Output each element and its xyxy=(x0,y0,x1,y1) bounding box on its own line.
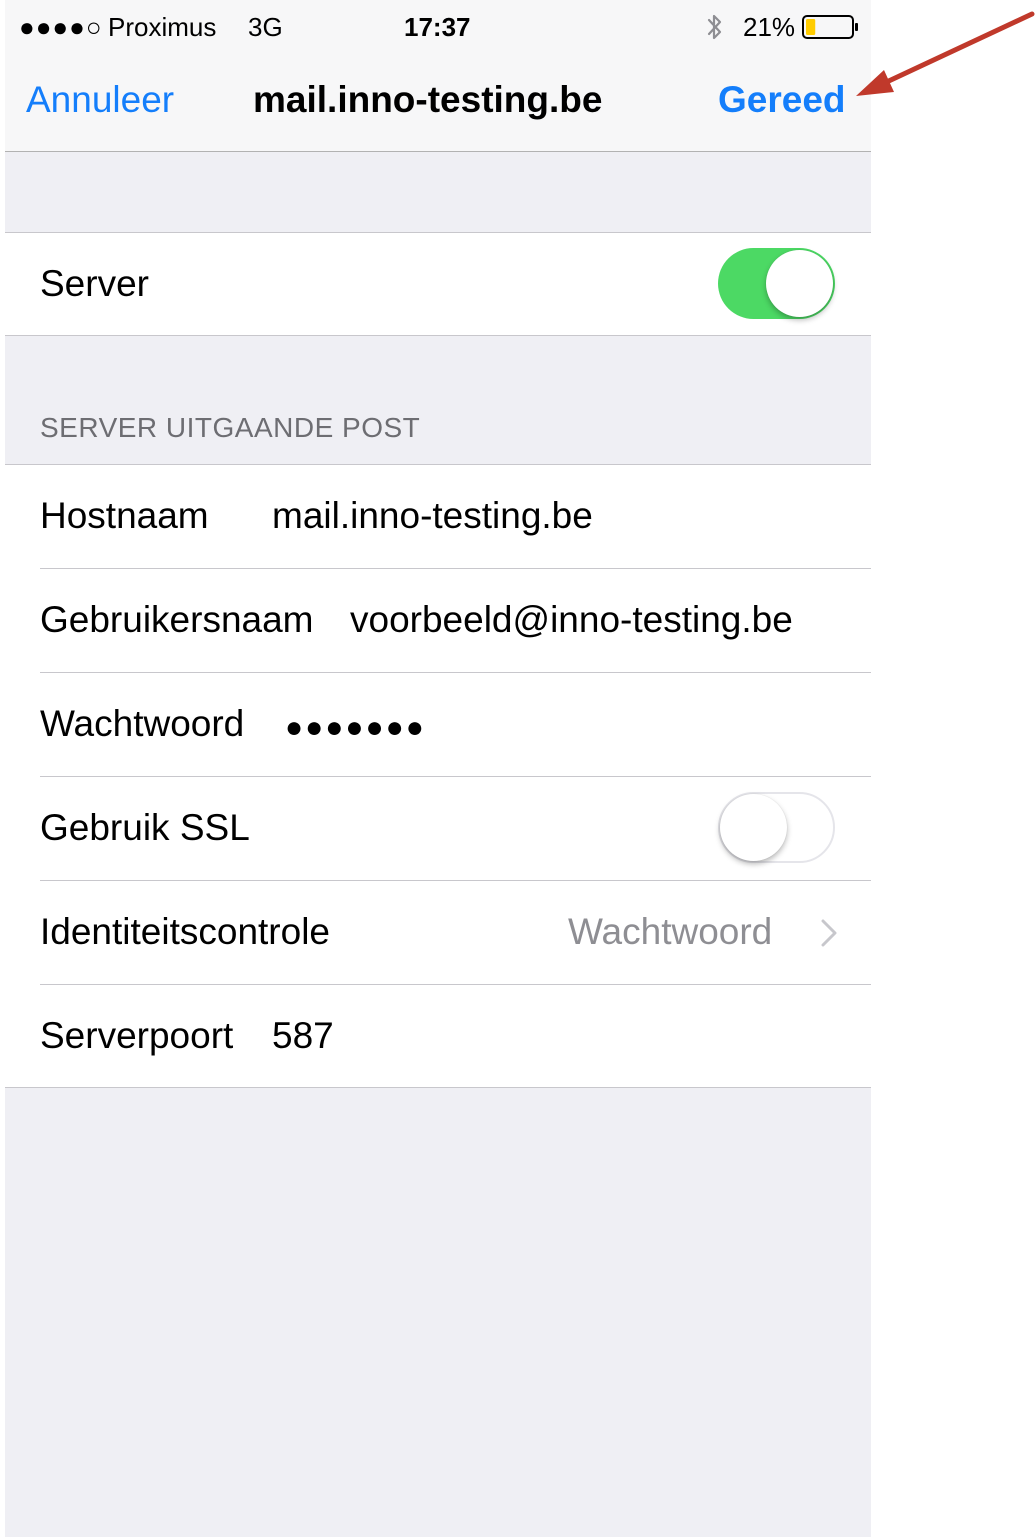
hostname-label: Hostnaam xyxy=(40,495,209,536)
server-toggle[interactable] xyxy=(718,248,835,319)
section-header: SERVER UITGAANDE POST xyxy=(40,412,421,443)
network-type: 3G xyxy=(248,12,283,42)
carrier-name: Proximus xyxy=(108,12,217,42)
page-title: mail.inno-testing.be xyxy=(253,79,603,120)
server-group: Server xyxy=(5,232,871,336)
chevron-right-icon xyxy=(821,919,837,947)
toggle-knob xyxy=(766,250,833,317)
bluetooth-icon xyxy=(705,12,725,47)
username-field[interactable]: voorbeeld@inno-testing.be xyxy=(350,597,793,643)
server-label: Server xyxy=(40,263,149,304)
outgoing-server-group: Hostnaam mail.inno-testing.be Gebruikers… xyxy=(5,464,871,1088)
ssl-label: Gebruik SSL xyxy=(40,807,250,848)
ssl-row: Gebruik SSL xyxy=(5,777,871,881)
authentication-value: Wachtwoord xyxy=(568,911,773,952)
done-button[interactable]: Gereed xyxy=(718,78,846,122)
battery-percent: 21% xyxy=(743,12,796,42)
navigation-bar: Annuleer mail.inno-testing.be Gereed xyxy=(5,56,871,152)
hostname-field[interactable]: mail.inno-testing.be xyxy=(272,493,593,539)
port-row[interactable]: Serverpoort 587 xyxy=(5,985,871,1089)
authentication-row[interactable]: Identiteitscontrole Wachtwoord xyxy=(5,881,871,985)
cancel-button[interactable]: Annuleer xyxy=(26,78,174,122)
phone-screen: ●●●●○ Proximus 3G 17:37 21% Annuleer mai… xyxy=(5,0,871,1537)
username-row[interactable]: Gebruikersnaam voorbeeld@inno-testing.be xyxy=(5,569,871,673)
status-time: 17:37 xyxy=(404,12,471,42)
ssl-toggle[interactable] xyxy=(718,792,835,863)
password-label: Wachtwoord xyxy=(40,703,245,744)
hostname-row[interactable]: Hostnaam mail.inno-testing.be xyxy=(5,465,871,569)
password-row[interactable]: Wachtwoord ●●●●●●● xyxy=(5,673,871,777)
toggle-knob xyxy=(720,794,787,861)
signal-strength: ●●●●○ xyxy=(19,12,103,42)
authentication-label: Identiteitscontrole xyxy=(40,911,331,952)
username-label: Gebruikersnaam xyxy=(40,599,314,640)
port-label: Serverpoort xyxy=(40,1015,234,1056)
port-field[interactable]: 587 xyxy=(272,1013,334,1059)
status-bar: ●●●●○ Proximus 3G 17:37 21% xyxy=(5,0,871,56)
server-row: Server xyxy=(5,233,871,337)
password-field[interactable]: ●●●●●●● xyxy=(285,705,426,751)
annotation-arrow xyxy=(856,11,1035,96)
